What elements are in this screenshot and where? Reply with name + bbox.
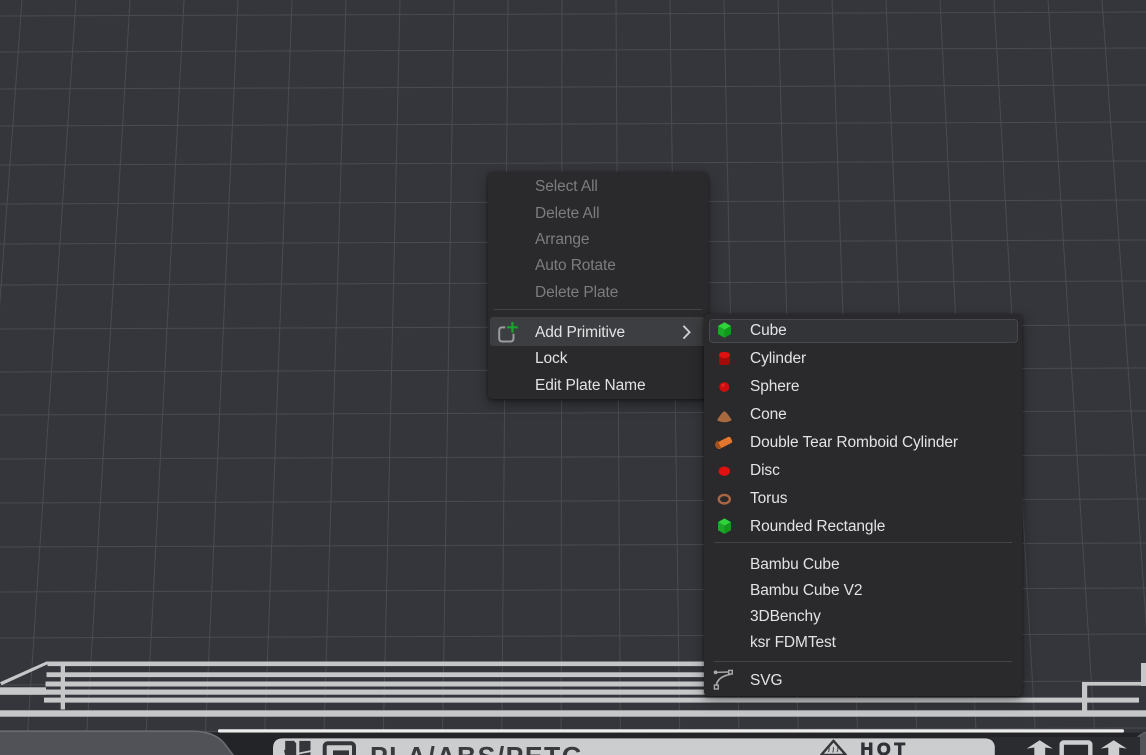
svg-text:HOT: HOT — [861, 739, 909, 755]
svg-text:PLA/ABS/PETG: PLA/ABS/PETG — [370, 742, 584, 755]
